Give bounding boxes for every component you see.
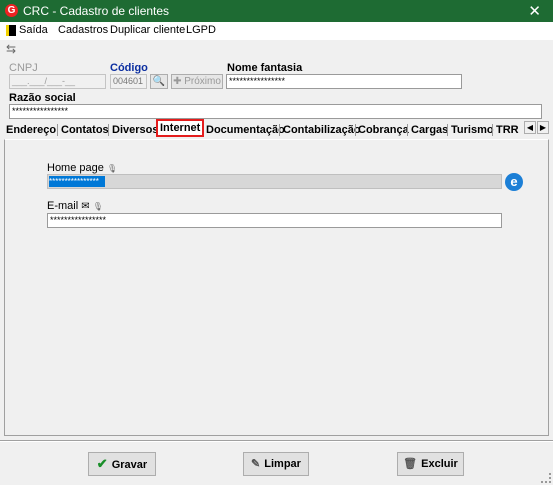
tab-documentacao[interactable]: Documentação — [206, 122, 285, 138]
excluir-label: Excluir — [421, 458, 458, 470]
tab-internet[interactable]: Internet — [156, 119, 205, 137]
envelope-icon: ✉ — [81, 201, 90, 212]
close-icon[interactable]: ✕ — [528, 2, 541, 20]
tab-scroll-left-icon[interactable]: ◀ — [524, 121, 536, 134]
mic-icon: 🎙 — [106, 164, 118, 173]
tab-cobranca[interactable]: Cobrança — [358, 122, 409, 138]
proximo-button[interactable]: ✚ Próximo — [171, 74, 223, 89]
nome-fantasia-label: Nome fantasia — [227, 62, 303, 74]
tab-scroll-right-icon[interactable]: ▶ — [537, 121, 549, 134]
cnpj-label: CNPJ — [9, 62, 38, 74]
plus-icon: ✚ — [173, 76, 182, 87]
email-label: E-mail ✉ 🎙 — [47, 200, 103, 212]
trash-icon: 🗑 — [403, 458, 418, 470]
menu-bar: Saída Cadastros Duplicar cliente LGPD — [0, 22, 553, 40]
home-page-field[interactable]: **************** — [47, 174, 502, 189]
email-field[interactable]: **************** — [47, 213, 502, 228]
exit-icon — [6, 25, 16, 36]
razao-social-label: Razão social — [9, 92, 76, 104]
footer-divider-highlight — [0, 441, 553, 442]
excluir-button[interactable]: 🗑 Excluir — [397, 452, 464, 476]
tab-turismo[interactable]: Turismo — [451, 122, 494, 138]
browser-icon[interactable]: e — [505, 173, 523, 191]
window-title: CRC - Cadastro de clientes — [23, 4, 170, 18]
menu-item-cadastros[interactable]: Cadastros — [58, 24, 108, 36]
tab-trr[interactable]: TRR — [496, 122, 519, 138]
home-page-selected-text: **************** — [49, 176, 105, 187]
gravar-label: Gravar — [111, 459, 148, 471]
limpar-button[interactable]: ✎ Limpar — [243, 452, 309, 476]
tab-cargas[interactable]: Cargas — [411, 122, 448, 138]
brush-icon: ✎ — [251, 458, 261, 470]
tab-contatos[interactable]: Contatos — [61, 122, 109, 138]
nome-fantasia-field[interactable]: **************** — [226, 74, 462, 89]
razao-social-field[interactable]: **************** — [9, 104, 542, 119]
menu-item-lgpd[interactable]: LGPD — [186, 24, 216, 36]
limpar-label: Limpar — [264, 458, 301, 470]
tab-diversos[interactable]: Diversos — [112, 122, 158, 138]
cnpj-field[interactable]: ___.___/___-__ — [9, 74, 106, 89]
check-icon: ✔ — [96, 456, 108, 471]
gravar-button[interactable]: ✔ Gravar — [88, 452, 156, 476]
home-page-label: Home page 🎙 — [47, 162, 118, 174]
navigate-icon[interactable]: ⇆ — [6, 42, 16, 56]
resize-grip-icon[interactable] — [541, 473, 551, 483]
tab-endereco[interactable]: Endereço — [6, 122, 56, 138]
tab-contabilizacao[interactable]: Contabilização — [283, 122, 361, 138]
title-bar: G CRC - Cadastro de clientes ✕ — [0, 0, 553, 22]
menu-item-saida[interactable]: Saída — [19, 24, 48, 36]
codigo-field[interactable]: 004601 — [110, 74, 147, 89]
binoculars-icon[interactable]: 🔍 — [150, 74, 168, 89]
app-icon: G — [5, 4, 18, 17]
menu-item-duplicar-cliente[interactable]: Duplicar cliente — [110, 24, 185, 36]
mic-icon: 🎙 — [92, 202, 103, 211]
proximo-label: Próximo — [184, 76, 221, 87]
codigo-label: Código — [110, 62, 148, 74]
